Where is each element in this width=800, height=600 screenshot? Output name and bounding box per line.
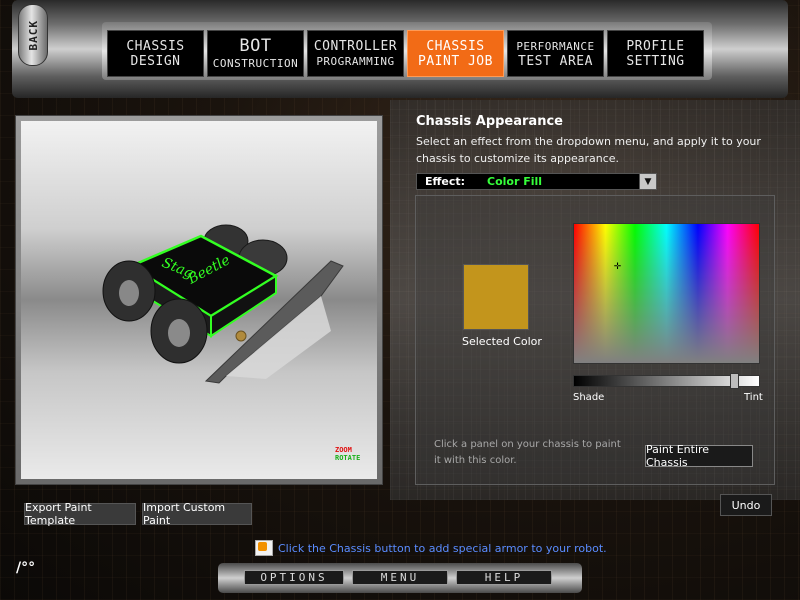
gear-icon [235, 330, 247, 342]
tab-performance-test-area[interactable]: PERFORMANCE TEST AREA [507, 30, 604, 77]
rotate-label: ROTATE [335, 454, 361, 462]
effect-label: Effect: [425, 175, 466, 188]
brand-logo: /°° [16, 560, 36, 576]
tab-chassis-paint-job[interactable]: CHASSIS PAINT JOB [407, 30, 504, 77]
tab-controller-programming[interactable]: CONTROLLER PROGRAMMING [307, 30, 404, 77]
nav-tabs: CHASSIS DESIGN BOT CONSTRUCTION CONTROLL… [107, 30, 704, 77]
tab-label-line2: DESIGN [130, 53, 181, 69]
paint-hint: Click a panel on your chassis to paint i… [434, 439, 621, 466]
tab-label-line2: PAINT JOB [418, 53, 493, 69]
undo-button[interactable]: Undo [720, 494, 772, 516]
tint-label: Tint [744, 392, 763, 403]
zoom-rotate-hint: ZOOM ROTATE [335, 446, 360, 462]
slider-handle[interactable] [729, 373, 739, 389]
menu-button[interactable]: MENU [352, 570, 448, 585]
tab-label-line1: PROFILE [626, 38, 685, 54]
tab-chassis-design[interactable]: CHASSIS DESIGN [107, 30, 204, 77]
tab-label-line1: PERFORMANCE [516, 39, 595, 53]
tab-label-line2: SETTING [626, 53, 685, 69]
tip-text: Click the Chassis button to add special … [278, 541, 607, 555]
back-button-label: BACK [26, 19, 40, 51]
back-button[interactable]: BACK [18, 4, 48, 66]
panel-title: Chassis Appearance [416, 114, 563, 129]
tab-label-line2: CONSTRUCTION [212, 56, 299, 70]
options-button[interactable]: OPTIONS [244, 570, 344, 585]
tab-label-line1: CHASSIS [126, 38, 185, 54]
tab-label-line1: CHASSIS [426, 38, 485, 54]
export-paint-template-button[interactable]: Export Paint Template [24, 501, 136, 527]
zoom-label: ZOOM [335, 446, 352, 454]
effect-dropdown[interactable]: Effect: Color Fill ▼ [416, 173, 657, 190]
tab-label-line1: CONTROLLER [313, 38, 398, 54]
chevron-down-icon[interactable]: ▼ [639, 174, 656, 189]
hub-icon [168, 319, 190, 347]
shade-label: Shade [573, 392, 605, 403]
effect-value: Color Fill [487, 175, 543, 188]
tab-bot-construction[interactable]: BOT CONSTRUCTION [207, 30, 304, 77]
color-spectrum[interactable] [573, 223, 760, 364]
tab-label-line2: PROGRAMMING [316, 54, 395, 68]
selected-color-label: Selected Color [462, 335, 542, 348]
panel-description: Select an effect from the dropdown menu,… [416, 135, 761, 165]
tip-bar: Click the Chassis button to add special … [255, 540, 607, 556]
crosshair-icon: ✛ [613, 262, 622, 272]
robot-viewport-frame: Stag Beetle [15, 115, 383, 485]
tab-label-line1: BOT [239, 35, 272, 56]
import-custom-paint-button[interactable]: Import Custom Paint [142, 501, 252, 527]
help-button[interactable]: HELP [456, 570, 552, 585]
hub-icon [119, 280, 139, 306]
robot-viewport[interactable]: Stag Beetle [21, 121, 377, 479]
paint-entire-chassis-button[interactable]: Paint Entire Chassis [645, 443, 753, 469]
selected-color-swatch [463, 264, 529, 330]
tips-icon [255, 540, 273, 556]
robot-model[interactable]: Stag Beetle [21, 121, 377, 479]
tab-label-line2: TEST AREA [518, 53, 593, 69]
tab-profile-setting[interactable]: PROFILE SETTING [607, 30, 704, 77]
